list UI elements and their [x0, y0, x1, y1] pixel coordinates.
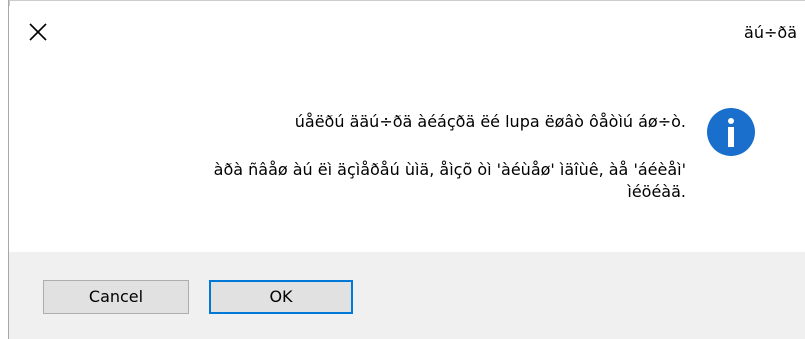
- message-line-1: .úåëðú ääú÷ðä àéáçðä ëé lupa ëøâò ôåòìú …: [294, 112, 686, 131]
- info-icon-dot: [728, 118, 734, 124]
- dialog-title: äú÷ðä: [744, 23, 797, 42]
- message-line-3: .ìéöéàä: [627, 182, 686, 201]
- message-dialog: äú÷ðä .úåëðú ääú÷ðä àéáçðä ëé lupa ëøâò …: [8, 0, 805, 339]
- message-line-2: 'àðà ñâåø àú ëì äçìåðåú ùìä, åìçõ òì 'àé…: [213, 160, 686, 179]
- info-icon-bar: [728, 127, 734, 147]
- cancel-button[interactable]: Cancel: [43, 280, 189, 314]
- ok-button[interactable]: OK: [209, 280, 353, 314]
- dialog-footer: Cancel OK: [9, 252, 805, 339]
- dialog-top-edge: [9, 0, 805, 6]
- close-icon[interactable]: [28, 22, 48, 42]
- info-icon: [707, 108, 755, 156]
- dialog-content: .úåëðú ääú÷ðä àéáçðä ëé lupa ëøâò ôåòìú …: [9, 60, 805, 250]
